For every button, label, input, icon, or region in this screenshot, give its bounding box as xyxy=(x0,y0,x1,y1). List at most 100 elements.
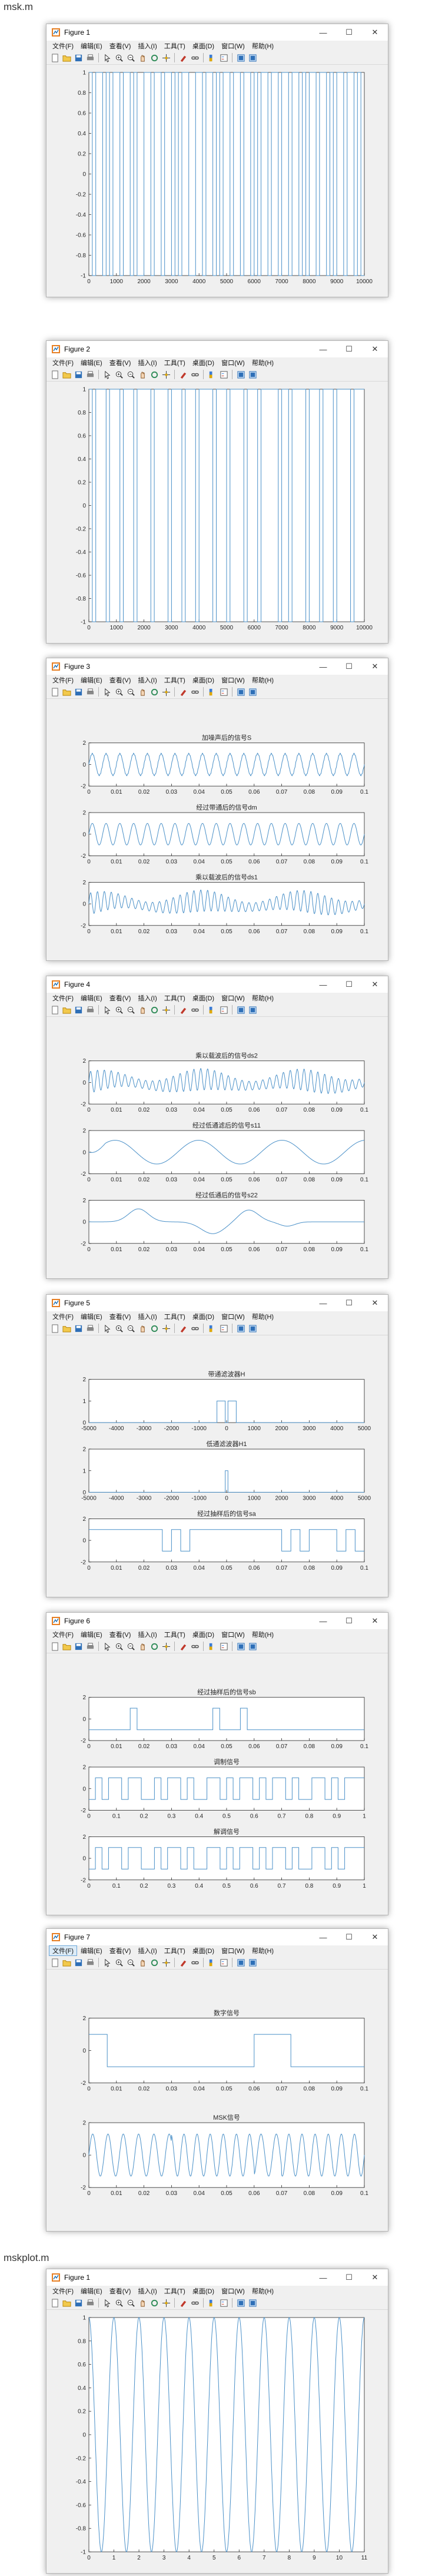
minimize-button[interactable]: — xyxy=(310,976,336,993)
minimize-button[interactable]: — xyxy=(310,24,336,41)
close-button[interactable]: ✕ xyxy=(362,24,388,41)
title-bar[interactable]: Figure 6 — ☐ ✕ xyxy=(46,1613,388,1629)
zoom-out-icon[interactable] xyxy=(126,1958,135,1967)
menu-item[interactable]: 编辑(E) xyxy=(77,358,106,367)
menu-item[interactable]: 查看(V) xyxy=(106,358,135,367)
zoom-in-icon[interactable] xyxy=(114,1324,124,1333)
link-icon[interactable] xyxy=(190,2298,200,2308)
print-icon[interactable] xyxy=(85,1642,95,1651)
zoom-in-icon[interactable] xyxy=(114,370,124,379)
legend-icon[interactable] xyxy=(219,2298,228,2308)
pointer-icon[interactable] xyxy=(102,1324,112,1333)
menu-item[interactable]: 桌面(D) xyxy=(189,2286,218,2296)
rotate-icon[interactable] xyxy=(149,370,159,379)
print-icon[interactable] xyxy=(85,1005,95,1015)
menu-item[interactable]: 文件(F) xyxy=(49,1312,77,1321)
data-cursor-icon[interactable] xyxy=(161,1005,171,1015)
data-cursor-icon[interactable] xyxy=(161,370,171,379)
pan-icon[interactable] xyxy=(138,1005,147,1015)
rotate-icon[interactable] xyxy=(149,1005,159,1015)
maximize-button[interactable]: ☐ xyxy=(336,1929,362,1945)
menu-item[interactable]: 文件(F) xyxy=(49,993,77,1003)
rotate-icon[interactable] xyxy=(149,687,159,697)
link-icon[interactable] xyxy=(190,1958,200,1967)
menu-item[interactable]: 工具(T) xyxy=(161,1946,189,1955)
new-icon[interactable] xyxy=(50,1324,59,1333)
close-button[interactable]: ✕ xyxy=(362,976,388,993)
colorbar-icon[interactable] xyxy=(207,53,217,62)
print-icon[interactable] xyxy=(85,53,95,62)
brush-icon[interactable] xyxy=(178,1324,188,1333)
minimize-button[interactable]: — xyxy=(310,2269,336,2286)
menu-item[interactable]: 查看(V) xyxy=(106,1630,135,1639)
menu-item[interactable]: 查看(V) xyxy=(106,2286,135,2296)
open-icon[interactable] xyxy=(62,1324,71,1333)
brush-icon[interactable] xyxy=(178,687,188,697)
menu-item[interactable]: 编辑(E) xyxy=(77,993,106,1003)
menu-item[interactable]: 桌面(D) xyxy=(189,675,218,685)
pointer-icon[interactable] xyxy=(102,1642,112,1651)
hide-plot-tools-icon[interactable] xyxy=(236,2298,245,2308)
rotate-icon[interactable] xyxy=(149,53,159,62)
menu-item[interactable]: 桌面(D) xyxy=(189,358,218,367)
zoom-out-icon[interactable] xyxy=(126,2298,135,2308)
data-cursor-icon[interactable] xyxy=(161,1642,171,1651)
menu-item[interactable]: 帮助(H) xyxy=(248,2286,277,2296)
menu-item[interactable]: 帮助(H) xyxy=(248,1312,277,1321)
print-icon[interactable] xyxy=(85,2298,95,2308)
menu-item[interactable]: 文件(F) xyxy=(49,1945,78,1956)
maximize-button[interactable]: ☐ xyxy=(336,976,362,993)
menu-item[interactable]: 帮助(H) xyxy=(248,1630,277,1639)
colorbar-icon[interactable] xyxy=(207,2298,217,2308)
menu-item[interactable]: 编辑(E) xyxy=(77,1946,106,1955)
menu-item[interactable]: 插入(I) xyxy=(134,1946,160,1955)
menu-item[interactable]: 桌面(D) xyxy=(189,41,218,51)
maximize-button[interactable]: ☐ xyxy=(336,1295,362,1311)
open-icon[interactable] xyxy=(62,1642,71,1651)
menu-item[interactable]: 窗口(W) xyxy=(218,1946,248,1955)
zoom-out-icon[interactable] xyxy=(126,53,135,62)
show-plot-tools-icon[interactable] xyxy=(248,53,257,62)
zoom-in-icon[interactable] xyxy=(114,53,124,62)
pointer-icon[interactable] xyxy=(102,1005,112,1015)
figure-window[interactable]: Figure 5 — ☐ ✕ 文件(F) 编辑(E) 查看(V) 插入(I) 工具(T)… xyxy=(46,1294,388,1597)
pointer-icon[interactable] xyxy=(102,53,112,62)
plot-area[interactable]: 0 1000 2000 3000 4000 5000 6000 7000 8000 9000 100… xyxy=(46,381,388,646)
title-bar[interactable]: Figure 4 — ☐ ✕ xyxy=(46,976,388,993)
plot-area[interactable]: 0 0.01 0.02 0.03 0.04 0.05 0.06 0.07 0.08 0.09 0.1… xyxy=(46,698,388,963)
open-icon[interactable] xyxy=(62,1958,71,1967)
colorbar-icon[interactable] xyxy=(207,1958,217,1967)
print-icon[interactable] xyxy=(85,1958,95,1967)
menu-item[interactable]: 帮助(H) xyxy=(248,358,277,367)
menu-item[interactable]: 文件(F) xyxy=(49,41,77,51)
close-button[interactable]: ✕ xyxy=(362,1295,388,1311)
save-icon[interactable] xyxy=(74,370,83,379)
title-bar[interactable]: Figure 3 — ☐ ✕ xyxy=(46,658,388,675)
menu-item[interactable]: 桌面(D) xyxy=(189,1312,218,1321)
hide-plot-tools-icon[interactable] xyxy=(236,687,245,697)
zoom-in-icon[interactable] xyxy=(114,1958,124,1967)
menu-item[interactable]: 查看(V) xyxy=(106,1312,135,1321)
brush-icon[interactable] xyxy=(178,370,188,379)
title-bar[interactable]: Figure 1 — ☐ ✕ xyxy=(46,24,388,41)
show-plot-tools-icon[interactable] xyxy=(248,1642,257,1651)
figure-window[interactable]: Figure 1 — ☐ ✕ 文件(F) 编辑(E) 查看(V) 插入(I) 工具(T)… xyxy=(46,2269,388,2574)
link-icon[interactable] xyxy=(190,370,200,379)
open-icon[interactable] xyxy=(62,2298,71,2308)
plot-area[interactable]: 0 0.01 0.02 0.03 0.04 0.05 0.06 0.07 0.08 0.09 0.1… xyxy=(46,1969,388,2234)
hide-plot-tools-icon[interactable] xyxy=(236,53,245,62)
close-button[interactable]: ✕ xyxy=(362,2269,388,2286)
pointer-icon[interactable] xyxy=(102,2298,112,2308)
print-icon[interactable] xyxy=(85,687,95,697)
legend-icon[interactable] xyxy=(219,1324,228,1333)
minimize-button[interactable]: — xyxy=(310,1929,336,1945)
menu-item[interactable]: 编辑(E) xyxy=(77,675,106,685)
rotate-icon[interactable] xyxy=(149,2298,159,2308)
menu-item[interactable]: 查看(V) xyxy=(106,675,135,685)
zoom-in-icon[interactable] xyxy=(114,1642,124,1651)
menu-item[interactable]: 插入(I) xyxy=(134,358,160,367)
pan-icon[interactable] xyxy=(138,1324,147,1333)
menu-item[interactable]: 工具(T) xyxy=(161,1312,189,1321)
pan-icon[interactable] xyxy=(138,53,147,62)
plot-area[interactable]: -5000 -4000 -3000 -2000 -1000 0 1000 2000 3000 40… xyxy=(46,1335,388,1600)
